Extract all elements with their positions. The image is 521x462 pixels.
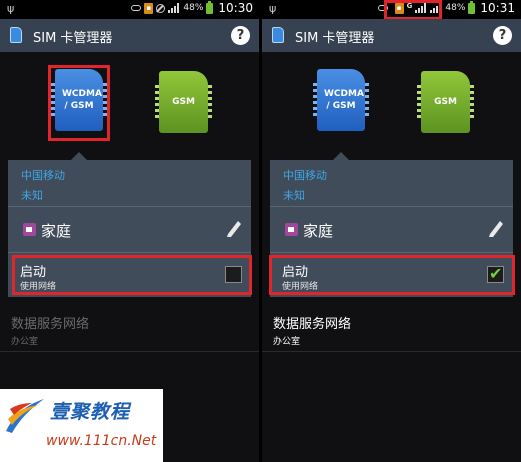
data-service-label[interactable]: 数据服务网络 xyxy=(273,313,351,332)
highlight-box-enable xyxy=(269,255,515,295)
data-service-label[interactable]: 数据服务网络 xyxy=(11,313,89,332)
home-icon xyxy=(285,223,298,236)
watermark-logo-icon xyxy=(6,399,44,433)
sim-manager-icon[interactable] xyxy=(10,27,22,43)
no-sim-icon xyxy=(156,3,166,13)
carrier-status: 未知 xyxy=(283,189,305,202)
sim-status-icon: ▪ xyxy=(144,2,154,14)
status-bar: ψ ▪ 48% 10:30 xyxy=(0,0,259,19)
highlight-box-sim1 xyxy=(48,65,110,141)
divider xyxy=(270,206,513,207)
carrier-name: 中国移动 xyxy=(21,169,65,182)
edit-pencil-icon[interactable] xyxy=(487,218,505,238)
sim-name: 家庭 xyxy=(41,222,72,240)
signal-icon xyxy=(168,3,180,13)
page-title: SIM 卡管理器 xyxy=(295,31,375,46)
action-bar: SIM 卡管理器 ? xyxy=(262,19,521,52)
data-service-value: 办公室 xyxy=(11,337,39,347)
divider xyxy=(262,351,521,352)
sim-card-2[interactable]: GSM xyxy=(417,71,474,133)
usb-icon: ψ xyxy=(7,2,15,15)
divider xyxy=(8,252,251,253)
sim-manager-icon[interactable] xyxy=(272,27,284,43)
sim-name: 家庭 xyxy=(303,222,334,240)
watermark-brand: 壹聚教程 xyxy=(50,401,131,423)
help-icon[interactable]: ? xyxy=(493,26,512,45)
action-bar: SIM 卡管理器 ? xyxy=(0,19,259,52)
divider xyxy=(8,206,251,207)
panel-pointer xyxy=(333,152,349,160)
carrier-status: 未知 xyxy=(21,189,43,202)
battery-percent: 48% xyxy=(183,3,204,13)
battery-icon xyxy=(206,0,214,14)
page-title: SIM 卡管理器 xyxy=(33,31,113,46)
sim-card-1-label: WCDMA / GSM xyxy=(324,89,364,111)
edit-pencil-icon[interactable] xyxy=(225,218,243,238)
watermark: 壹聚教程 www.111cn.Net xyxy=(0,389,163,462)
clock: 10:31 xyxy=(480,1,515,15)
battery-icon xyxy=(468,0,476,14)
divider xyxy=(270,252,513,253)
phone-screen-right: ψ ▪ G 48% 10:31 SIM 卡管理器 ? WCDMA / GSM G… xyxy=(262,0,521,462)
sim-card-2-label: GSM xyxy=(172,97,195,107)
sim-card-2[interactable]: GSM xyxy=(155,71,212,133)
panel-pointer xyxy=(71,152,87,160)
vibrate-icon xyxy=(131,4,142,13)
battery-percent: 48% xyxy=(445,3,466,13)
sim-card-2-label: GSM xyxy=(434,97,457,107)
home-icon xyxy=(23,223,36,236)
data-service-value: 办公室 xyxy=(273,337,301,347)
sim-card-1[interactable]: WCDMA / GSM xyxy=(313,69,369,131)
watermark-url: www.111cn.Net xyxy=(46,433,157,449)
highlight-box-status xyxy=(384,0,442,20)
carrier-name: 中国移动 xyxy=(283,169,327,182)
highlight-box-enable xyxy=(12,255,252,295)
usb-icon: ψ xyxy=(269,2,277,15)
divider xyxy=(0,351,259,352)
clock: 10:30 xyxy=(218,1,253,15)
help-icon[interactable]: ? xyxy=(231,26,250,45)
phone-screen-left: ψ ▪ 48% 10:30 SIM 卡管理器 ? WCDMA / GSM GSM… xyxy=(0,0,259,462)
